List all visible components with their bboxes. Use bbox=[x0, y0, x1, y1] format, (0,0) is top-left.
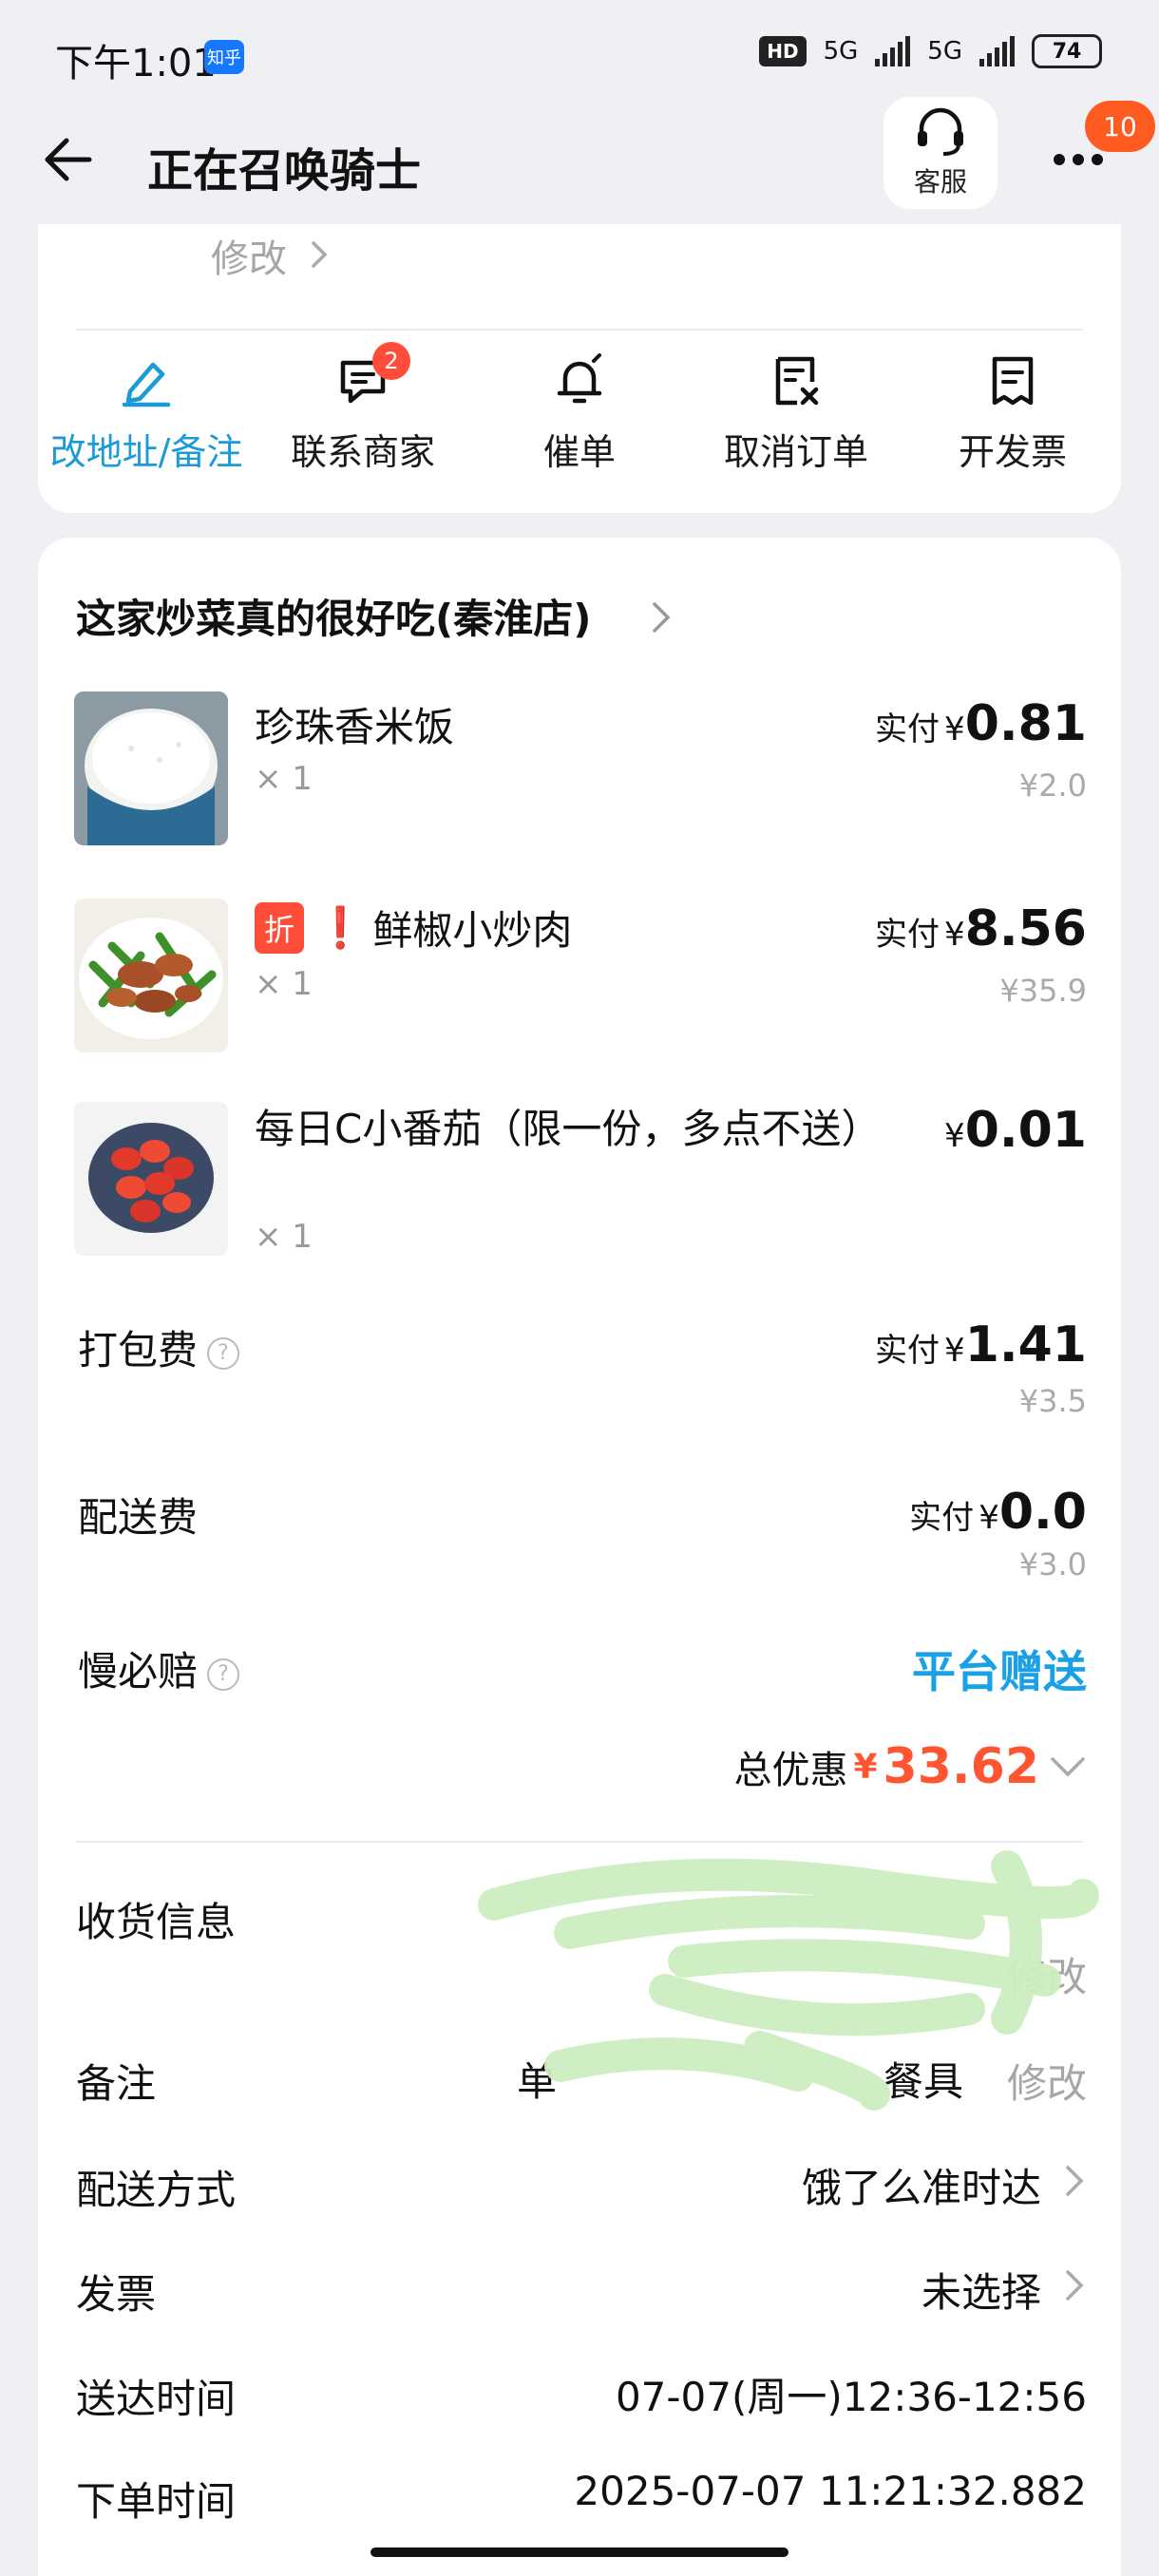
order-actions-row: 改地址/备注 2 联系商家 催单 取消订单 开发票 bbox=[38, 342, 1121, 475]
item-paid-price: 实付 ¥0.81 bbox=[874, 695, 1087, 752]
order-time-label: 下单时间 bbox=[76, 2478, 237, 2525]
delivery-fee-original: ¥3.0 bbox=[1018, 1546, 1087, 1582]
urge-order-button[interactable]: 催单 bbox=[473, 351, 686, 475]
total-discount-amount: 33.62 bbox=[883, 1738, 1039, 1795]
chevron-right-icon bbox=[653, 602, 671, 633]
discount-tag: 折 bbox=[255, 901, 305, 954]
headset-icon bbox=[918, 107, 963, 156]
total-discount-currency: ¥ bbox=[853, 1747, 878, 1787]
edit-icon bbox=[122, 362, 171, 407]
chevron-right-icon bbox=[1066, 2166, 1084, 2196]
customer-service-button[interactable]: 客服 bbox=[884, 97, 998, 209]
arrival-time-label: 送达时间 bbox=[76, 2376, 237, 2422]
delivery-fee-label: 配送费 bbox=[78, 1494, 199, 1541]
customer-service-label: 客服 bbox=[913, 166, 967, 198]
cancel-order-button[interactable]: 取消订单 bbox=[690, 351, 902, 475]
shop-name[interactable]: 这家炒菜真的很好吃(秦淮店) bbox=[76, 587, 591, 645]
note-label: 备注 bbox=[76, 2060, 157, 2107]
back-arrow-icon[interactable] bbox=[42, 133, 95, 186]
notification-badge: 10 bbox=[1085, 101, 1155, 152]
receiver-info-label: 收货信息 bbox=[76, 1899, 237, 1945]
unread-message-badge: 2 bbox=[372, 342, 410, 380]
network-5g-label-1: 5G bbox=[823, 37, 859, 66]
arrival-time-value: 07-07(周一)12:36-12:56 bbox=[615, 2374, 1087, 2420]
status-time: 下午1:01 bbox=[55, 42, 217, 85]
warning-icon: ❗ bbox=[315, 903, 366, 951]
invoice-icon bbox=[992, 356, 1034, 405]
divider bbox=[76, 1841, 1083, 1843]
invoice-label: 发票 bbox=[76, 2271, 157, 2318]
network-5g-label-2: 5G bbox=[927, 37, 962, 66]
delivery-method-value[interactable]: 饿了么准时达 bbox=[802, 2156, 1041, 2214]
item-quantity: × 1 bbox=[255, 760, 313, 798]
modify-link[interactable]: 修改 bbox=[211, 228, 287, 283]
home-indicator[interactable] bbox=[370, 2548, 788, 2557]
edit-address-note-button[interactable]: 改地址/备注 bbox=[40, 351, 253, 475]
chevron-right-icon bbox=[312, 241, 328, 268]
zhihu-app-icon: 知乎 bbox=[204, 40, 244, 74]
total-discount[interactable]: 总优惠 ¥ 33.62 bbox=[733, 1738, 1087, 1795]
help-icon[interactable]: ? bbox=[207, 1657, 240, 1691]
packing-fee-original: ¥3.5 bbox=[1018, 1383, 1087, 1419]
help-icon[interactable]: ? bbox=[207, 1336, 240, 1370]
delivery-fee-paid: 实付 ¥0.0 bbox=[909, 1484, 1087, 1541]
item-paid-price: 实付 ¥8.56 bbox=[874, 900, 1087, 957]
hd-icon: HD bbox=[759, 36, 807, 66]
chevron-right-icon bbox=[1066, 2270, 1084, 2301]
item-quantity: × 1 bbox=[255, 1218, 313, 1256]
item-name: 每日C小番茄（限一份，多点不送） bbox=[255, 1106, 882, 1152]
page-title: 正在召唤骑士 bbox=[147, 144, 422, 198]
issue-invoice-button[interactable]: 开发票 bbox=[906, 351, 1119, 475]
contact-merchant-label: 联系商家 bbox=[290, 431, 435, 473]
battery-icon: 74 bbox=[1032, 34, 1102, 68]
item-name: 折 ❗ 鲜椒小炒肉 bbox=[255, 899, 572, 957]
divider bbox=[76, 329, 1083, 331]
order-time-value: 2025-07-07 11:21:32.882 bbox=[574, 2468, 1087, 2514]
total-discount-label: 总优惠 bbox=[733, 1749, 848, 1792]
urge-order-label: 催单 bbox=[542, 431, 616, 473]
platform-gift-label: 平台赠送 bbox=[912, 1646, 1087, 1697]
packing-fee-label: 打包费? bbox=[78, 1318, 240, 1376]
item-name-text: 鲜椒小炒肉 bbox=[372, 907, 573, 954]
item-paid-price: ¥0.01 bbox=[944, 1102, 1087, 1159]
item-original-price: ¥35.9 bbox=[999, 973, 1087, 1009]
signal-icon-2 bbox=[979, 36, 1015, 66]
redaction-scribble bbox=[478, 1850, 1099, 2111]
item-original-price: ¥2.0 bbox=[1018, 767, 1087, 804]
item-quantity: × 1 bbox=[255, 965, 313, 1003]
edit-address-note-label: 改地址/备注 bbox=[49, 431, 243, 473]
status-indicators: HD 5G 5G 74 bbox=[759, 34, 1102, 68]
invoice-value[interactable]: 未选择 bbox=[922, 2261, 1041, 2319]
packing-fee-paid: 实付 ¥1.41 bbox=[874, 1316, 1087, 1373]
late-compensation-label: 慢必赔? bbox=[78, 1639, 240, 1697]
signal-icon bbox=[875, 36, 911, 66]
contact-merchant-button[interactable]: 2 联系商家 bbox=[256, 342, 469, 475]
bell-icon bbox=[557, 352, 602, 403]
delivery-method-label: 配送方式 bbox=[76, 2167, 237, 2213]
cancel-order-icon bbox=[775, 356, 819, 405]
issue-invoice-label: 开发票 bbox=[958, 431, 1067, 473]
stir-fried-pork-image bbox=[74, 899, 228, 1052]
cancel-order-label: 取消订单 bbox=[723, 431, 868, 473]
chevron-down-icon bbox=[1051, 1757, 1085, 1777]
rice-image bbox=[74, 691, 228, 845]
cherry-tomatoes-image bbox=[74, 1102, 228, 1256]
item-name: 珍珠香米饭 bbox=[255, 704, 455, 750]
